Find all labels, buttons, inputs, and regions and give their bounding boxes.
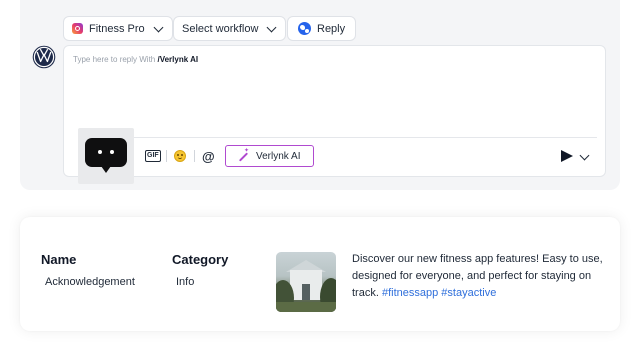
account-label: Fitness Pro [89,22,145,35]
editor-divider [130,137,597,138]
account-selector[interactable]: Fitness Pro [63,16,173,41]
chevron-down-icon [266,22,277,32]
reply-mode-button[interactable]: Reply [287,16,357,41]
chatbot-launcher[interactable] [78,128,134,184]
name-header: Name [41,252,77,267]
category-header: Category [172,252,229,267]
volkswagen-logo [32,45,56,69]
toolbar-divider [166,150,167,162]
mention-button[interactable]: @ [202,148,215,164]
category-value: Info [176,276,195,288]
toolbar-divider [194,150,195,162]
at-sign-icon: @ [202,148,215,164]
gif-icon: GIF [145,150,161,162]
reply-mode-label: Reply [317,22,346,35]
workflow-label: Select workflow [182,22,259,35]
post-text: Discover our new fitness app features! E… [352,251,607,302]
chatbot-icon [85,138,127,173]
post-card: Name Acknowledgement Category Info Disco… [20,217,620,331]
emoji-button[interactable] [174,148,186,164]
hashtag-link[interactable]: #stayactive [441,287,496,299]
reply-placeholder: Type here to reply With /Verlynk AI [73,55,199,64]
name-value: Acknowledgement [45,276,135,288]
chevron-down-icon [153,22,164,32]
smiley-icon [174,150,186,162]
magic-wand-icon [238,147,249,162]
gif-button[interactable]: GIF [145,148,161,164]
instagram-icon [72,23,83,34]
ai-shortcut-hint: /Verlynk AI [157,55,199,64]
hashtag-link[interactable]: #fitnessapp [382,287,438,299]
verlynk-ai-button[interactable]: Verlynk AI [225,145,314,167]
globe-icon [298,22,311,35]
post-thumbnail[interactable] [276,252,336,312]
workflow-selector[interactable]: Select workflow [173,16,287,41]
send-icon[interactable] [561,150,573,162]
verlynk-ai-label: Verlynk AI [256,150,301,162]
